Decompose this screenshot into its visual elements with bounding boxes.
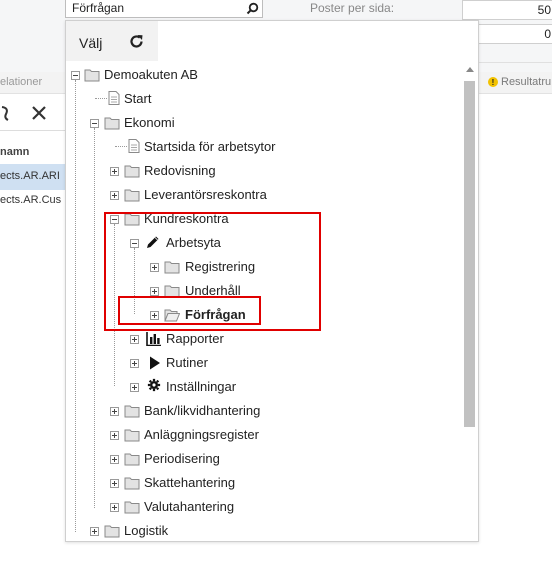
tree-node-start[interactable]: Start (124, 91, 151, 107)
search-input-value: Förfrågan (72, 1, 125, 15)
expand-toggle[interactable] (110, 407, 119, 416)
play-icon (150, 356, 160, 370)
panel-toolbar: Välj (66, 21, 158, 61)
warning-icon: ! (488, 77, 498, 87)
tree-node-anlaggningsregister[interactable]: Anläggningsregister (144, 427, 259, 443)
expand-toggle[interactable] (130, 383, 139, 392)
folder-icon (124, 165, 140, 178)
expand-toggle[interactable] (110, 479, 119, 488)
folder-icon (124, 189, 140, 202)
tree-node-skattehantering[interactable]: Skattehantering (144, 475, 235, 491)
folder-icon (124, 501, 140, 514)
folder-icon (124, 405, 140, 418)
search-icon[interactable] (246, 2, 259, 15)
tree-node-rutiner[interactable]: Rutiner (166, 355, 208, 371)
scroll-thumb[interactable] (464, 81, 475, 427)
tab-results[interactable]: ! Resultatru (488, 76, 551, 88)
bar-chart-icon (146, 332, 161, 346)
folder-icon (84, 69, 100, 82)
collapse-toggle[interactable] (90, 119, 99, 128)
collapse-toggle[interactable] (71, 71, 80, 80)
divider (478, 62, 552, 63)
delete-icon[interactable] (30, 102, 48, 128)
folder-icon (124, 453, 140, 466)
edit-icon[interactable] (0, 106, 10, 127)
tree-node-valutahantering[interactable]: Valutahantering (144, 499, 234, 515)
expand-toggle[interactable] (130, 335, 139, 344)
table-row[interactable]: ects.AR.Cus (0, 194, 61, 206)
tree-node-logistik[interactable]: Logistik (124, 523, 168, 539)
posts-per-page-label: Poster per sida: (310, 1, 395, 15)
expand-toggle[interactable] (110, 503, 119, 512)
tree-node-bank[interactable]: Bank/likvidhantering (144, 403, 260, 419)
highlight-box-inquiry (118, 296, 261, 325)
refresh-icon[interactable] (128, 33, 145, 50)
vertical-scrollbar[interactable] (461, 65, 478, 539)
tree-node-rapporter[interactable]: Rapporter (166, 331, 224, 347)
tree-node-startsida[interactable]: Startsida för arbetsytor (144, 139, 276, 155)
table-row[interactable]: ects.AR.ARI (0, 164, 65, 190)
tree-node-demoakuten[interactable]: Demoakuten AB (104, 67, 198, 83)
tree-node-periodisering[interactable]: Periodisering (144, 451, 220, 467)
search-input[interactable]: Förfrågan (65, 0, 263, 18)
tree-node-redovisning[interactable]: Redovisning (144, 163, 216, 179)
folder-icon (104, 525, 120, 538)
folder-icon (104, 117, 120, 130)
folder-icon (124, 429, 140, 442)
posts-per-page-input[interactable]: 50 (462, 0, 552, 20)
tab-results-label: Resultatru (501, 76, 552, 88)
expand-toggle[interactable] (90, 527, 99, 536)
choose-button[interactable]: Välj (79, 35, 102, 51)
tree-node-installningar[interactable]: Inställningar (166, 379, 236, 395)
folder-icon (124, 477, 140, 490)
page-icon (128, 139, 140, 153)
column-header-name[interactable]: namn (0, 146, 29, 158)
toolbar-divider (0, 130, 65, 131)
secondary-number-input[interactable]: 0 (478, 24, 552, 44)
page-icon (108, 91, 120, 105)
expand-toggle[interactable] (130, 359, 139, 368)
tab-relations[interactable]: elationer (0, 76, 42, 88)
expand-toggle[interactable] (110, 191, 119, 200)
expand-toggle[interactable] (110, 167, 119, 176)
scroll-up-arrow[interactable] (466, 67, 474, 72)
tree-node-leverantorsreskontra[interactable]: Leverantörsreskontra (144, 187, 267, 203)
expand-toggle[interactable] (110, 431, 119, 440)
tree-node-ekonomi[interactable]: Ekonomi (124, 115, 175, 131)
expand-toggle[interactable] (110, 455, 119, 464)
gear-icon (147, 378, 161, 392)
